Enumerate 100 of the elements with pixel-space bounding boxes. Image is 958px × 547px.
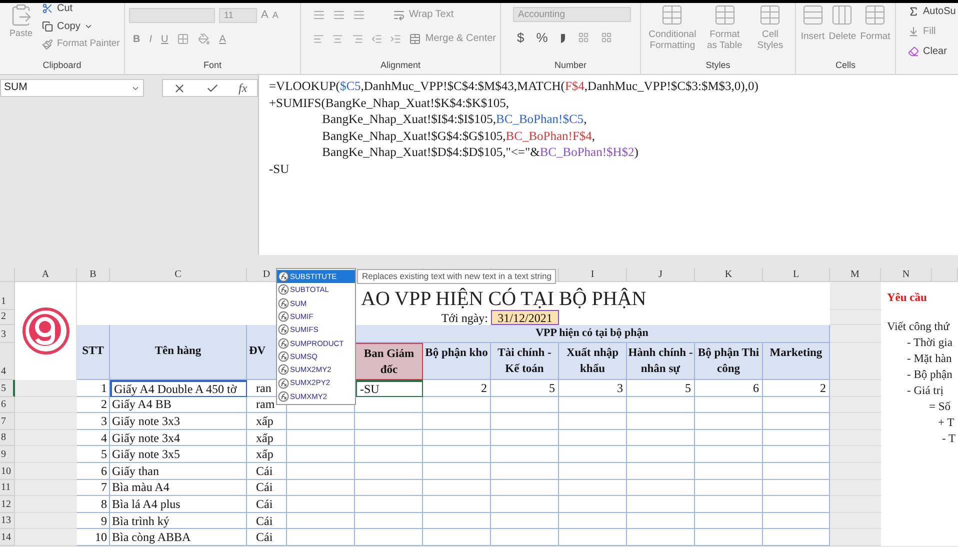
note-line: + T — [938, 416, 954, 431]
decrease-decimal-icon[interactable] — [600, 32, 612, 44]
note-line: - T — [942, 432, 956, 447]
group-label: Font — [202, 58, 222, 72]
column-header[interactable]: B — [77, 268, 110, 282]
insert-function-button[interactable]: fx — [238, 79, 248, 97]
note-line: - Giá trị — [907, 384, 944, 399]
delete-icon — [830, 3, 854, 27]
table-cell: Giấy A4 BB — [110, 396, 247, 414]
row-header[interactable]: 8 — [0, 430, 15, 446]
cut-button[interactable]: Cut — [42, 1, 120, 16]
column-header[interactable]: L — [763, 268, 830, 282]
outdent-icon[interactable] — [370, 32, 382, 44]
logo — [20, 306, 70, 356]
align-top-icon[interactable] — [313, 8, 325, 20]
row-header[interactable]: 2 — [0, 310, 15, 325]
align-left-icon[interactable] — [313, 32, 324, 44]
font-name-field[interactable] — [129, 8, 215, 23]
row-header[interactable]: 5 — [0, 380, 15, 397]
format-icon — [863, 3, 888, 27]
sigma-icon — [908, 6, 919, 17]
note-line: Viết công thứ — [887, 320, 950, 335]
currency-button[interactable]: $ — [517, 28, 524, 48]
table-cell: xấp — [247, 430, 287, 446]
formula-line: BangKe_Nhap_Xuat!$I$4:$I$105,BC_BoPhan!$C5, — [321, 111, 587, 128]
copy-icon — [42, 21, 53, 32]
table-cell: 1 — [77, 380, 110, 397]
borders-icon[interactable] — [177, 33, 190, 45]
row-header[interactable]: 11 — [0, 480, 15, 496]
table-cell: Cái — [247, 480, 287, 496]
align-right-icon[interactable] — [352, 32, 363, 44]
header-cell: Marketing — [763, 343, 830, 380]
table-cell: Cái — [247, 462, 287, 480]
table-cell: 2 — [763, 380, 830, 397]
align-middle-icon[interactable] — [333, 8, 345, 20]
comma-style-icon[interactable] — [560, 32, 566, 43]
eraser-icon — [908, 46, 919, 57]
row-header[interactable]: 13 — [0, 512, 15, 530]
row-header[interactable]: 10 — [0, 462, 15, 480]
header-cell: Tên hàng — [110, 325, 247, 380]
column-header[interactable]: I — [559, 268, 627, 282]
column-header[interactable]: J — [627, 268, 695, 282]
group-label: Alignment — [379, 58, 422, 72]
table-cell: 6 — [695, 380, 763, 397]
column-header[interactable]: N — [881, 268, 932, 282]
table-cell: xấp — [247, 446, 287, 463]
table-cell: -SU — [355, 380, 423, 397]
autosum-button[interactable]: AutoSu — [908, 4, 958, 19]
align-center-icon[interactable] — [332, 32, 344, 44]
date-cell[interactable]: 31/12/2021 — [491, 310, 559, 325]
column-header[interactable]: M — [830, 268, 881, 282]
fill-color-icon[interactable] — [198, 33, 210, 45]
cancel-icon[interactable] — [173, 82, 186, 94]
row-header[interactable]: 14 — [0, 529, 15, 546]
table-icon — [758, 3, 782, 27]
formula-line: +SUMIFS(BangKe_Nhap_Xuat!$K$4:$K$105, — [269, 94, 510, 111]
table-cell: Bìa lá A4 plus — [110, 496, 247, 513]
clear-button[interactable]: Clear — [908, 44, 958, 59]
copy-button[interactable]: Copy — [42, 19, 120, 34]
align-bottom-icon[interactable] — [353, 8, 365, 20]
formula-line: -SU — [269, 160, 290, 177]
row-header[interactable]: 9 — [0, 446, 15, 463]
table-cell: 3 — [77, 413, 110, 430]
table-cell: 6 — [77, 462, 110, 480]
table-cell: Cái — [247, 512, 287, 530]
table-cell: 3 — [559, 380, 627, 397]
note-line: = Số — [929, 400, 951, 415]
indent-icon[interactable] — [390, 32, 402, 44]
row-header[interactable]: 7 — [0, 413, 15, 430]
column-header[interactable]: K — [695, 268, 763, 282]
caret-icon — [84, 22, 94, 31]
formula-field[interactable] — [258, 75, 958, 255]
enter-icon[interactable] — [206, 82, 219, 94]
column-header[interactable]: A — [15, 268, 77, 282]
name-box[interactable]: SUM — [0, 79, 144, 97]
header-cell: Hành chính - nhân sự — [627, 343, 695, 380]
column-header[interactable]: C — [110, 268, 247, 282]
note-line: - Thời gia — [907, 336, 952, 351]
note-line: - Mặt hàn — [907, 352, 952, 367]
row-header[interactable]: 12 — [0, 496, 15, 513]
paintbrush-icon — [42, 38, 53, 50]
table-cell: xấp — [247, 413, 287, 430]
increase-decimal-icon[interactable] — [578, 32, 589, 44]
table-cell: 5 — [627, 380, 695, 397]
row-header[interactable]: 6 — [0, 396, 15, 414]
function-tooltip: Replaces existing text with new text in a text string — [357, 269, 556, 284]
table-icon — [712, 3, 737, 27]
row-header[interactable]: 1 — [0, 282, 15, 310]
row-header[interactable]: 3 — [0, 325, 15, 343]
table-cell: 5 — [77, 446, 110, 463]
percent-button[interactable]: % — [536, 28, 548, 48]
header-cell: Bộ phận Thi công — [695, 343, 763, 380]
row-header[interactable]: 4 — [0, 343, 15, 380]
formula-line: BangKe_Nhap_Xuat!$G$4:$G$105,BC_BoPhan!F$4, — [321, 128, 596, 144]
table-cell: 8 — [77, 496, 110, 513]
scissors-icon — [42, 3, 53, 14]
table-cell: Giấy note 3x3 — [110, 413, 247, 430]
header-cell: Ban Giám đốc — [355, 343, 423, 380]
table-cell: 9 — [77, 512, 110, 530]
table-cell: Giấy than — [110, 462, 247, 480]
